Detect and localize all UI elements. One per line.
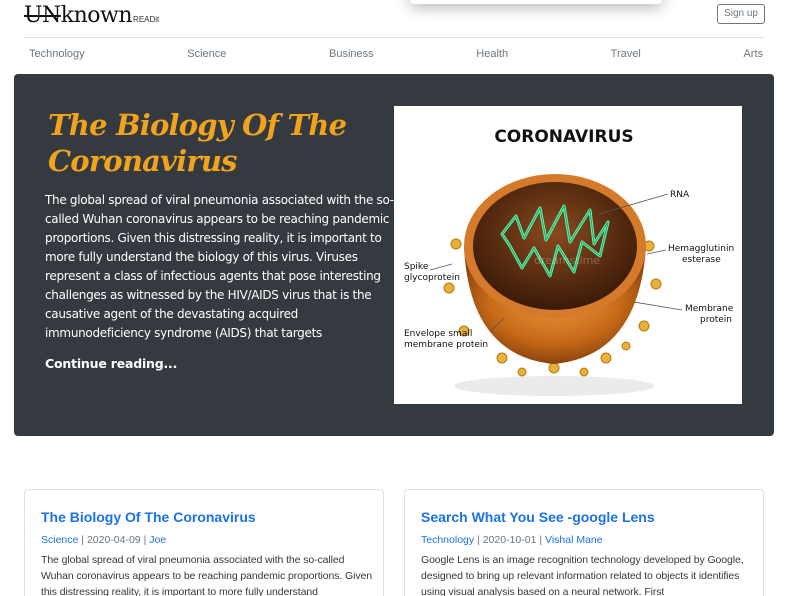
post-card: The Biology Of The Coronavirus Science |… [24, 489, 384, 596]
site-logo[interactable]: UNknownREADit [24, 3, 159, 28]
meta-separator: | [539, 534, 543, 546]
post-title-link[interactable]: Search What You See -google Lens [421, 509, 655, 525]
label-membrane: Membrane [685, 304, 734, 314]
meta-separator: | [81, 534, 85, 546]
nav-item-arts[interactable]: Arts [743, 44, 763, 64]
post-meta: Technology | 2020-10-01 | Vishal Mane [421, 534, 603, 546]
nav-item-technology[interactable]: Technology [29, 44, 85, 64]
label-spike: Spike [404, 262, 429, 272]
post-excerpt: Google Lens is an image recognition tech… [421, 554, 744, 596]
site-header: UNknownREADit Sign up [24, 0, 765, 38]
featured-post: The Biology Of The Coronavirus The globa… [14, 74, 774, 436]
label-envelope: Envelope small [404, 329, 472, 339]
post-category-link[interactable]: Technology [421, 534, 474, 546]
label-protein: protein [700, 315, 732, 325]
nav-item-business[interactable]: Business [329, 44, 374, 64]
meta-separator: | [477, 534, 480, 546]
category-nav: Technology Science Business Health Trave… [24, 44, 765, 64]
nav-item-travel[interactable]: Travel [611, 44, 641, 64]
featured-excerpt: The global spread of viral pneumonia ass… [45, 193, 394, 340]
label-membrane-protein: membrane protein [404, 340, 488, 350]
watermark: dreamstime [534, 254, 600, 267]
post-card: Search What You See -google Lens Technol… [404, 489, 764, 596]
post-date: 2020-04-09 [86, 534, 141, 546]
signup-button[interactable]: Sign up [717, 4, 765, 24]
post-category-link[interactable]: Science [41, 534, 78, 546]
label-rna: RNA [670, 190, 690, 200]
coronavirus-illustration: CORONAVIRUS RNA Hemagglutinin esterase S… [394, 106, 742, 404]
logo-subtext: READit [133, 15, 160, 24]
meta-separator: | [143, 534, 147, 546]
post-author-link[interactable]: Joe [149, 534, 166, 546]
diagram-heading: CORONAVIRUS [494, 127, 633, 147]
post-author-link[interactable]: Vishal Mane [545, 534, 603, 546]
post-date: 2020-10-01 [482, 534, 537, 546]
label-esterase: esterase [682, 255, 721, 265]
featured-title: The Biology Of The Coronavirus [48, 108, 347, 178]
post-excerpt: The global spread of viral pneumonia ass… [41, 554, 372, 596]
label-hemagglutinin: Hemagglutinin [668, 244, 734, 254]
nav-item-health[interactable]: Health [476, 44, 508, 64]
post-meta: Science | 2020-04-09 | Joe [41, 534, 166, 546]
continue-reading-link[interactable]: Continue reading... [45, 356, 177, 371]
coronavirus-diagram: CORONAVIRUS RNA Hemagglutinin esterase S… [404, 127, 734, 396]
logo-strike-text: UN [24, 3, 61, 28]
label-glycoprotein: glycoprotein [404, 273, 460, 283]
nav-item-science[interactable]: Science [187, 44, 226, 64]
logo-text: known [60, 3, 133, 28]
post-title-link[interactable]: The Biology Of The Coronavirus [41, 509, 256, 525]
